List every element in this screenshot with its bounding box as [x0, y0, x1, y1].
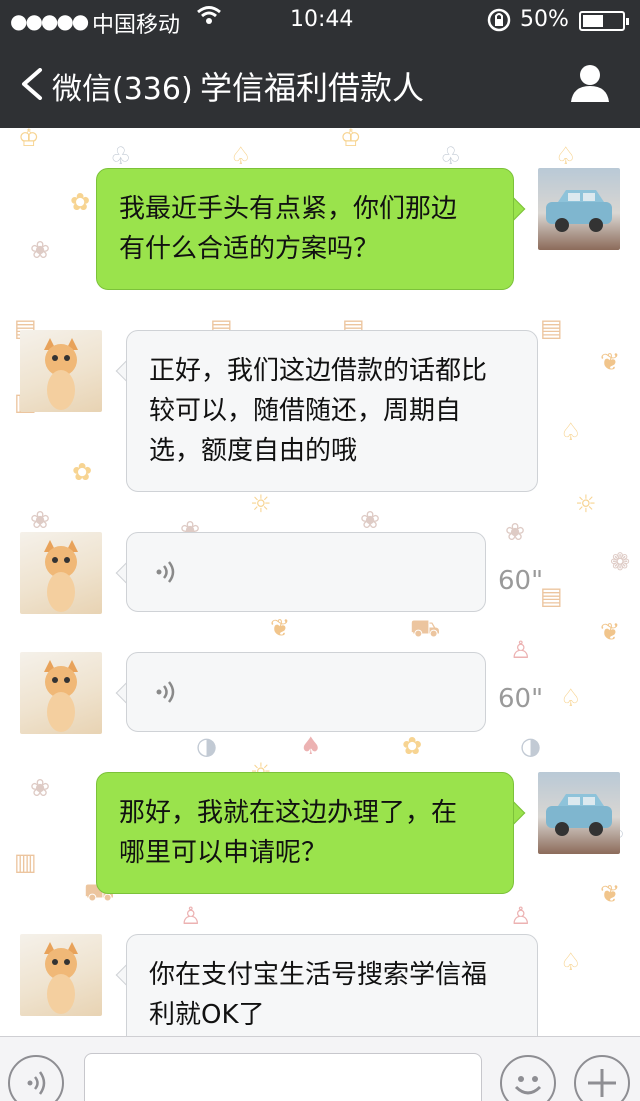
wallpaper-icon: ☼ [575, 490, 597, 518]
cat-icon [44, 540, 78, 612]
message-bubble-outgoing[interactable]: 那好，我就在这边办理了，在 哪里可以申请呢？ [96, 772, 514, 894]
wallpaper-icon: ✿ [70, 188, 91, 216]
voice-input-icon [27, 1071, 46, 1095]
cat-icon [44, 660, 78, 732]
add-button[interactable] [574, 1055, 630, 1101]
contact-avatar[interactable] [20, 532, 102, 614]
smiley-icon [514, 1076, 542, 1095]
message-bubble-incoming[interactable]: 你在支付宝生活号搜索学信福 利就OK了 [126, 934, 538, 1036]
status-bar: ●●●●● 中国移动 10:44 50% [0, 0, 640, 40]
voice-duration: 60" [498, 684, 544, 714]
my-avatar[interactable] [538, 772, 620, 854]
wallpaper-icon: ♤ [230, 142, 252, 170]
chat-title: 学信福利借款人 [200, 69, 425, 107]
wallpaper-icon: ❁ [610, 548, 631, 576]
voice-message-bubble[interactable] [126, 532, 486, 612]
wifi-icon [197, 6, 221, 24]
wallpaper-icon: ❦ [600, 880, 621, 908]
battery-icon [579, 11, 629, 31]
wallpaper-icon: ❀ [30, 774, 51, 802]
my-avatar[interactable] [538, 168, 620, 250]
car-icon [546, 190, 612, 232]
wallpaper-icon: ♤ [555, 142, 577, 170]
message-bubble-outgoing[interactable]: 我最近手头有点紧，你们那边 有什么合适的方案吗？ [96, 168, 514, 290]
cat-icon [44, 338, 78, 410]
wallpaper-icon: ❦ [270, 614, 291, 642]
plus-icon [588, 1069, 616, 1097]
wallpaper-icon: ❀ [30, 236, 51, 264]
message-text-line: 选，额度自由的哦 [149, 436, 358, 466]
contact-avatar[interactable] [20, 652, 102, 734]
voice-input-button[interactable] [8, 1055, 64, 1101]
car-icon [546, 794, 612, 836]
message-text-line: 利就OK了 [149, 1000, 265, 1030]
wallpaper-icon: ♧ [110, 142, 132, 170]
input-bar [0, 1036, 640, 1101]
wallpaper-icon: ❀ [30, 506, 51, 534]
wallpaper-icon: ▥ [14, 848, 37, 876]
wallpaper-icon: ❦ [600, 618, 621, 646]
wallpaper-icon: ♙ [510, 636, 532, 664]
wallpaper-icon: ♔ [18, 128, 40, 152]
message-text-line: 你在支付宝生活号搜索学信福 [149, 960, 488, 990]
message-text-line: 我最近手头有点紧，你们那边 [119, 194, 458, 224]
wallpaper-icon: ♤ [560, 684, 582, 712]
wallpaper-icon: ♙ [510, 902, 532, 930]
wallpaper-icon: ♔ [340, 128, 362, 152]
battery-percentage: 50% [520, 7, 569, 32]
wallpaper-icon: ♤ [560, 418, 582, 446]
wallpaper-icon: ▤ [540, 582, 563, 610]
wallpaper-icon: ☼ [250, 490, 272, 518]
message-text-line: 较可以，随借随还，周期自 [149, 396, 462, 426]
clock: 10:44 [290, 7, 354, 32]
voice-message-bubble[interactable] [126, 652, 486, 732]
wallpaper-icon: ♙ [180, 902, 202, 930]
wallpaper-icon: ♠ [300, 732, 322, 760]
message-bubble-incoming[interactable]: 正好，我们这边借款的话都比 较可以，随借随还，周期自 选，额度自由的哦 [126, 330, 538, 492]
carrier-label: 中国移动 [92, 13, 181, 38]
chevron-left-icon[interactable] [20, 68, 44, 100]
signal-strength-icon: ●●●●● [10, 9, 89, 33]
voice-wave-icon [156, 561, 175, 583]
wallpaper-icon: ❀ [505, 518, 526, 546]
wallpaper-icon: ⛟ [410, 614, 441, 642]
person-icon[interactable] [569, 62, 611, 104]
wallpaper-icon: ♧ [440, 142, 462, 170]
wallpaper-icon: ♤ [560, 948, 582, 976]
wallpaper-icon: ❦ [600, 348, 621, 376]
rotation-lock-icon [487, 8, 511, 32]
cat-icon [44, 942, 78, 1014]
wallpaper-icon: ✿ [402, 732, 423, 760]
message-text-line: 哪里可以申请呢？ [119, 838, 328, 868]
wallpaper-icon: ✿ [72, 458, 93, 486]
wallpaper-icon: ◑ [520, 732, 541, 760]
contact-avatar[interactable] [20, 330, 102, 412]
contact-avatar[interactable] [20, 934, 102, 1016]
voice-wave-icon [156, 681, 175, 703]
message-text-line: 正好，我们这边借款的话都比 [149, 356, 488, 386]
wallpaper-icon: ❀ [360, 506, 381, 534]
back-button[interactable]: 微信(336) [52, 64, 193, 108]
chat-area[interactable]: ♔ ♧ ♤ ♔ ♧ ♤ ✿ ❀ ▤ ▤ ▤ ▤ ❦ ▥ ♤ ✿ ❀ ❀ ☼ ❀ … [0, 128, 640, 1036]
message-input[interactable] [84, 1053, 482, 1101]
nav-bar: 微信(336) 学信福利借款人 [0, 40, 640, 128]
voice-duration: 60" [498, 566, 544, 596]
wallpaper-icon: ▤ [540, 314, 563, 342]
wallpaper-icon: ◑ [196, 732, 217, 760]
message-text-line: 那好，我就在这边办理了，在 [119, 798, 458, 828]
emoji-button[interactable] [500, 1055, 556, 1101]
message-text-line: 有什么合适的方案吗？ [119, 234, 380, 264]
